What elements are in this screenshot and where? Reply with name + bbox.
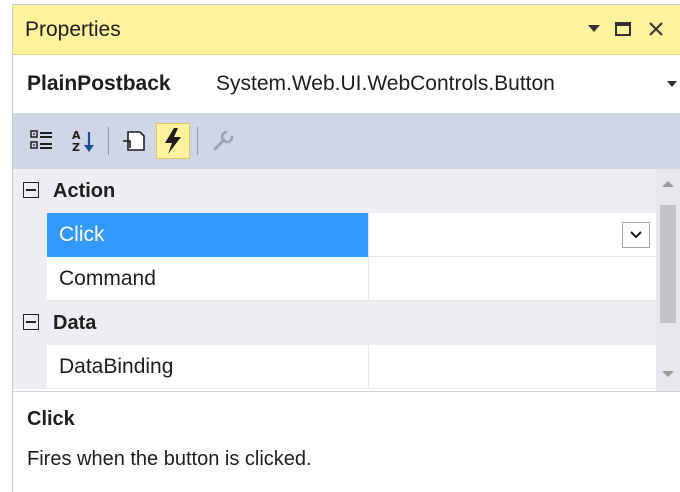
categorized-button[interactable] (25, 123, 59, 159)
property-pages-button[interactable] (206, 123, 240, 159)
properties-window: Properties PlainPostback System.Web.UI.W… (12, 4, 680, 492)
property-row-command[interactable]: Command (13, 257, 656, 301)
property-name-cell[interactable]: Click (47, 213, 368, 257)
description-title: Click (27, 408, 75, 430)
category-label: Data (53, 312, 97, 334)
property-row-databinding[interactable]: DataBinding (13, 345, 656, 389)
properties-toolbar: A Z (13, 113, 680, 169)
close-icon[interactable] (643, 15, 669, 43)
category-data[interactable]: Data (13, 301, 656, 345)
property-value-cell[interactable] (368, 345, 656, 389)
window-title: Properties (25, 18, 121, 41)
categorized-icon (30, 130, 52, 149)
chevron-down-icon[interactable] (667, 81, 677, 87)
property-name: DataBinding (59, 355, 174, 378)
properties-button[interactable] (117, 123, 151, 159)
property-value-cell[interactable] (368, 213, 656, 257)
property-row-click[interactable]: Click (13, 213, 656, 257)
row-margin (13, 345, 47, 389)
window-titlebar[interactable]: Properties (13, 5, 680, 55)
row-margin (13, 213, 47, 257)
property-name: Command (59, 267, 156, 290)
collapse-icon[interactable] (23, 182, 39, 198)
chevron-down-icon (630, 231, 642, 239)
property-pages-wrench-icon (213, 130, 234, 151)
events-lightning-icon (165, 128, 181, 154)
toolbar-separator (108, 127, 109, 155)
vertical-scrollbar[interactable] (656, 169, 680, 391)
object-type: System.Web.UI.WebControls.Button (216, 72, 555, 95)
property-grid: Action Click Command Data DataBinding (13, 169, 680, 391)
alphabetical-button[interactable]: A Z (66, 123, 100, 159)
value-dropdown-button[interactable] (622, 222, 650, 248)
description-pane: Click Fires when the button is clicked. (13, 391, 680, 492)
scrollbar-thumb[interactable] (660, 205, 676, 323)
row-margin (13, 257, 47, 301)
properties-icon (123, 131, 145, 151)
maximize-icon[interactable] (611, 15, 635, 43)
object-name: PlainPostback (27, 72, 171, 95)
object-selector[interactable]: PlainPostback System.Web.UI.WebControls.… (13, 55, 680, 113)
toolbar-separator (197, 127, 198, 155)
collapse-icon[interactable] (23, 314, 39, 330)
property-name: Click (59, 223, 105, 246)
description-text: Fires when the button is clicked. (27, 448, 312, 470)
alphabetical-icon: A Z (72, 129, 94, 154)
category-label: Action (53, 180, 116, 202)
window-position-dropdown-icon[interactable] (583, 15, 605, 43)
scroll-up-icon[interactable] (662, 181, 674, 187)
property-name-cell[interactable]: DataBinding (47, 345, 368, 389)
svg-text:Z: Z (72, 141, 80, 154)
property-name-cell[interactable]: Command (47, 257, 368, 301)
category-action[interactable]: Action (13, 169, 656, 213)
property-value-cell[interactable] (368, 257, 656, 301)
scroll-down-icon[interactable] (662, 371, 674, 377)
events-button[interactable] (156, 123, 190, 159)
